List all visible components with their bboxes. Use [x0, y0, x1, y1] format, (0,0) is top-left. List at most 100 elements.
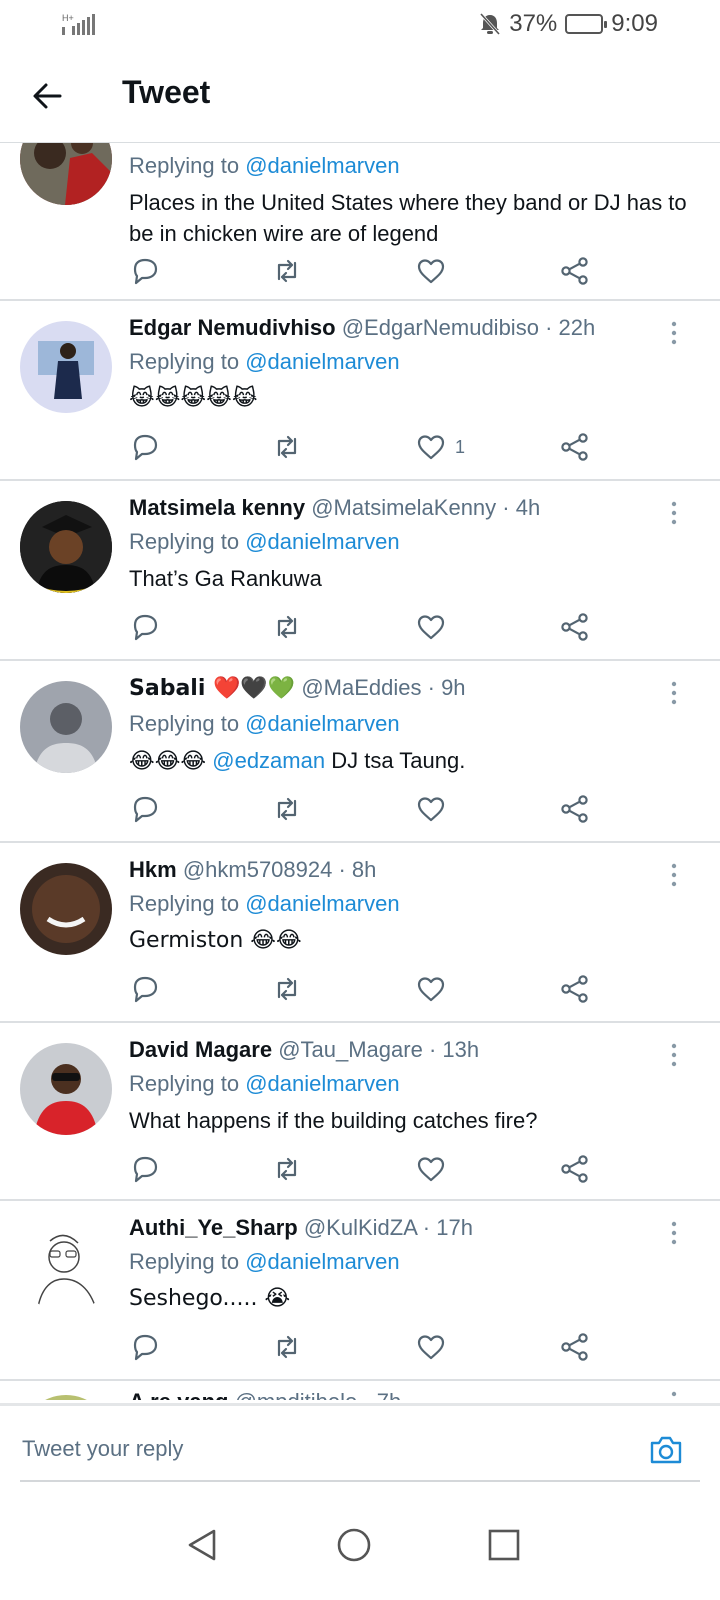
reply-button[interactable] — [129, 1151, 161, 1187]
tweet[interactable]: Hkm @hkm5708924 · 8h Replying to @daniel… — [0, 843, 720, 1023]
share-button[interactable] — [559, 1151, 591, 1187]
mention-link[interactable]: @danielmarven — [245, 711, 399, 736]
replies-feed[interactable]: Replying to @danielmarven Places in the … — [0, 143, 720, 1400]
tweet-actions — [129, 1329, 609, 1365]
tweet-header: Authi_Ye_Sharp @KulKidZA · 17h — [129, 1215, 473, 1241]
retweet-button[interactable] — [271, 253, 303, 289]
share-button[interactable] — [559, 791, 591, 827]
tweet[interactable]: Sabali ❤️🖤💚 @MaEddies · 9h Replying to @… — [0, 661, 720, 843]
display-name[interactable]: Edgar Nemudivhiso — [129, 315, 336, 340]
tweet-actions — [129, 791, 609, 827]
retweet-icon — [277, 1157, 297, 1181]
avatar[interactable] — [20, 681, 112, 773]
triangle-back-icon[interactable] — [182, 1525, 222, 1565]
share-button[interactable] — [559, 609, 591, 645]
tweet[interactable]: Authi_Ye_Sharp @KulKidZA · 17h Replying … — [0, 1201, 720, 1381]
display-name[interactable]: Authi_Ye_Sharp — [129, 1215, 298, 1240]
avatar[interactable] — [20, 143, 112, 205]
share-button[interactable] — [559, 253, 591, 289]
reply-input[interactable] — [20, 1428, 604, 1470]
tweet-text: Places in the United States where they b… — [129, 190, 687, 246]
more-vertical-icon[interactable] — [664, 1041, 684, 1069]
mention-link[interactable]: @danielmarven — [245, 153, 399, 178]
share-icon — [561, 1333, 588, 1361]
user-handle[interactable]: @mpditihelo — [235, 1389, 358, 1400]
mention-link[interactable]: @danielmarven — [245, 1071, 399, 1096]
retweet-button[interactable] — [271, 609, 303, 645]
retweet-button[interactable] — [271, 971, 303, 1007]
more-vertical-icon[interactable] — [664, 1219, 684, 1247]
mention-link[interactable]: @edzaman — [212, 748, 325, 773]
heart-icon — [417, 1335, 445, 1360]
display-name[interactable]: Sabali ❤️🖤💚 — [129, 676, 295, 701]
like-button[interactable] — [415, 253, 447, 289]
like-button[interactable] — [415, 1151, 447, 1187]
like-button[interactable] — [415, 1329, 447, 1365]
mention-link[interactable]: @danielmarven — [245, 529, 399, 554]
avatar[interactable] — [20, 501, 112, 593]
like-button[interactable] — [415, 971, 447, 1007]
replying-to: Replying to @danielmarven — [129, 891, 400, 916]
reply-button[interactable] — [129, 609, 161, 645]
display-name[interactable]: A re yang — [129, 1389, 228, 1400]
more-vertical-icon[interactable] — [664, 861, 684, 889]
mention-link[interactable]: @danielmarven — [245, 891, 399, 916]
battery-percent: 37% — [509, 10, 558, 37]
tweet[interactable]: A re yang @mpditihelo · 7h — [0, 1381, 720, 1400]
heart-icon — [417, 259, 445, 284]
user-handle[interactable]: @hkm5708924 — [183, 857, 333, 882]
replying-to: Replying to @danielmarven — [129, 349, 400, 374]
camera-icon[interactable] — [648, 1432, 684, 1468]
share-button[interactable] — [559, 971, 591, 1007]
tweet[interactable]: David Magare @Tau_Magare · 13h Replying … — [0, 1023, 720, 1201]
more-vertical-icon[interactable] — [664, 679, 684, 707]
comment-icon — [133, 434, 158, 461]
display-name[interactable]: Matsimela kenny — [129, 495, 305, 520]
avatar[interactable] — [20, 1395, 112, 1400]
user-handle[interactable]: @Tau_Magare — [278, 1037, 423, 1062]
avatar[interactable] — [20, 863, 112, 955]
reply-button[interactable] — [129, 1329, 161, 1365]
tweet[interactable]: Matsimela kenny @MatsimelaKenny · 4h Rep… — [0, 481, 720, 661]
user-handle[interactable]: @MatsimelaKenny — [311, 495, 496, 520]
more-vertical-icon[interactable] — [664, 1389, 684, 1400]
reply-button[interactable] — [129, 791, 161, 827]
retweet-button[interactable] — [271, 1329, 303, 1365]
retweet-button[interactable] — [271, 791, 303, 827]
tweet[interactable]: Replying to @danielmarven Places in the … — [0, 143, 720, 301]
like-button[interactable]: 1 — [415, 429, 465, 465]
square-recents-icon[interactable] — [484, 1525, 524, 1565]
tweet-actions — [129, 971, 609, 1007]
display-name[interactable]: Hkm — [129, 857, 177, 882]
more-vertical-icon[interactable] — [664, 499, 684, 527]
circle-home-icon[interactable] — [334, 1525, 374, 1565]
like-count: 1 — [455, 436, 466, 457]
reply-button[interactable] — [129, 971, 161, 1007]
reply-button[interactable] — [129, 253, 161, 289]
retweet-button[interactable] — [271, 429, 303, 465]
tweet[interactable]: Edgar Nemudivhiso @EdgarNemudibiso · 22h… — [0, 301, 720, 481]
user-handle[interactable]: @MaEddies — [301, 675, 421, 700]
timestamp: · 13h — [428, 1037, 480, 1062]
share-button[interactable] — [559, 1329, 591, 1365]
share-button[interactable] — [559, 429, 591, 465]
mention-link[interactable]: @danielmarven — [245, 1249, 399, 1274]
user-handle[interactable]: @KulKidZA — [304, 1215, 417, 1240]
like-button[interactable] — [415, 791, 447, 827]
arrow-left-icon[interactable] — [28, 76, 68, 116]
avatar[interactable] — [20, 1043, 112, 1135]
share-icon — [561, 613, 588, 641]
avatar[interactable] — [20, 321, 112, 413]
tweet-header: Edgar Nemudivhiso @EdgarNemudibiso · 22h — [129, 315, 595, 341]
comment-icon — [133, 796, 158, 823]
avatar[interactable] — [20, 1221, 112, 1313]
like-button[interactable] — [415, 609, 447, 645]
user-handle[interactable]: @EdgarNemudibiso — [342, 315, 539, 340]
reply-button[interactable] — [129, 429, 161, 465]
retweet-button[interactable] — [271, 1151, 303, 1187]
tweet-text: 😹😹😹😹😹 — [129, 386, 258, 411]
more-vertical-icon[interactable] — [664, 319, 684, 347]
tweet-header: A re yang @mpditihelo · 7h — [129, 1389, 401, 1400]
mention-link[interactable]: @danielmarven — [245, 349, 399, 374]
display-name[interactable]: David Magare — [129, 1037, 272, 1062]
